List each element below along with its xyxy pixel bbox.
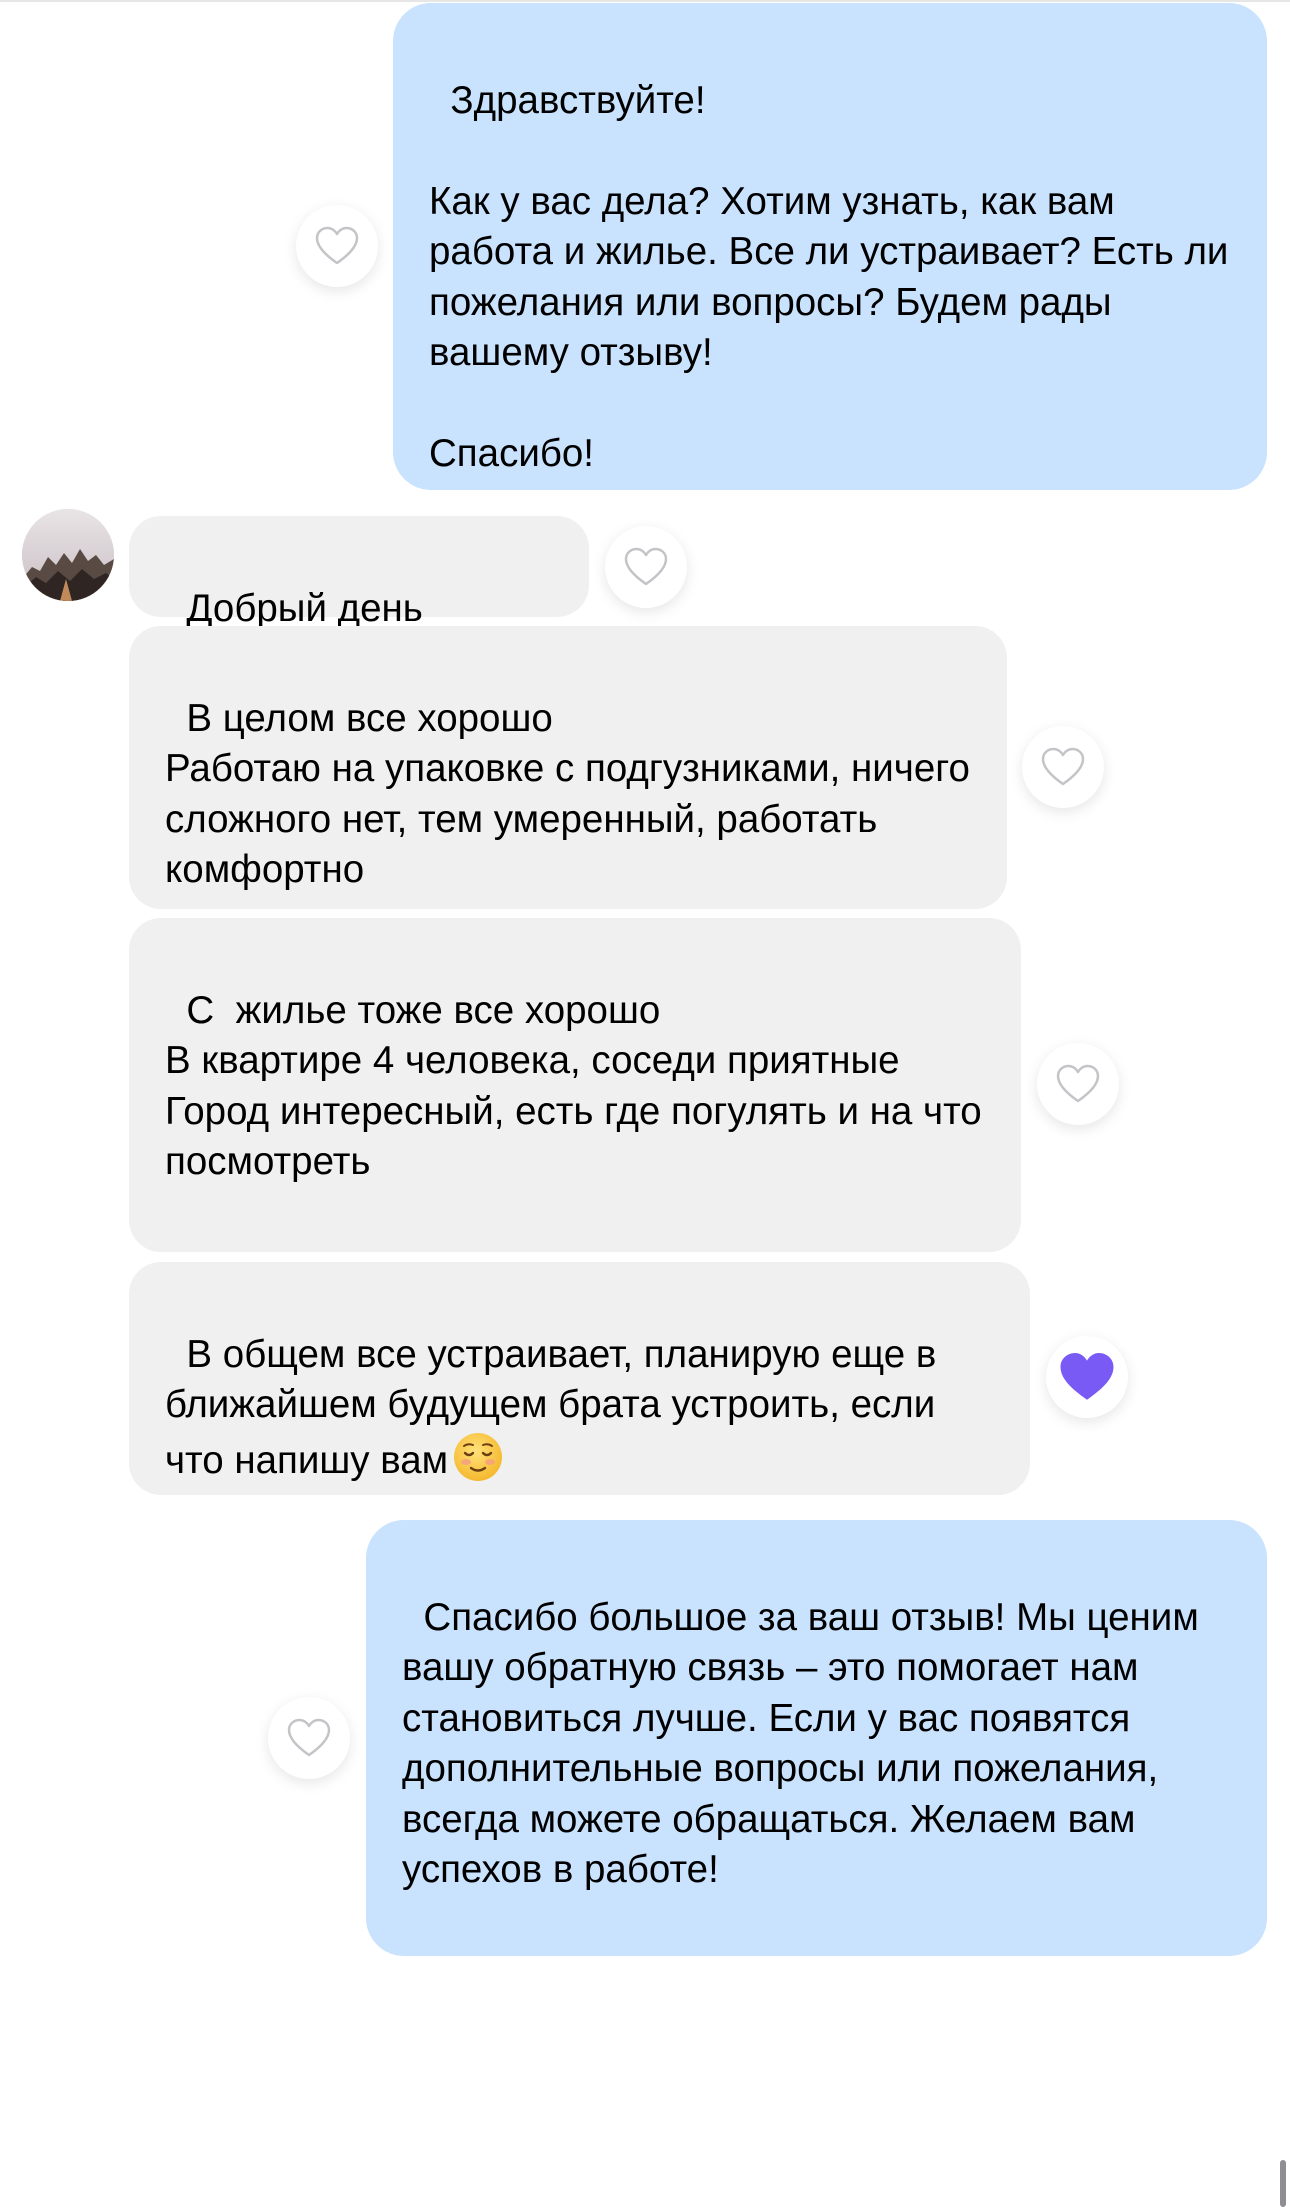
like-button[interactable] bbox=[296, 205, 378, 287]
message-text: Добрый день bbox=[186, 586, 423, 630]
message-text: В общем все устраивает, планирую еще в б… bbox=[165, 1332, 948, 1482]
message-text: Спасибо большое за ваш отзыв! Мы ценим в… bbox=[402, 1595, 1210, 1892]
message-outgoing-thanks[interactable]: Спасибо большое за ваш отзыв! Мы ценим в… bbox=[366, 1520, 1267, 1956]
heart-filled-icon bbox=[1060, 1353, 1114, 1400]
contact-avatar[interactable] bbox=[22, 509, 114, 601]
message-incoming[interactable]: В общем все устраивает, планирую еще в б… bbox=[129, 1262, 1030, 1495]
like-button[interactable] bbox=[605, 526, 687, 608]
message-text: В целом все хорошо Работаю на упаковке с… bbox=[165, 696, 970, 892]
like-button[interactable] bbox=[1037, 1043, 1119, 1125]
heart-outline-icon bbox=[287, 1718, 331, 1757]
heart-outline-icon bbox=[624, 547, 668, 586]
message-incoming[interactable]: В целом все хорошо Работаю на упаковке с… bbox=[129, 626, 1007, 909]
scrollbar-thumb[interactable] bbox=[1280, 2160, 1286, 2207]
heart-outline-icon bbox=[1041, 747, 1085, 786]
message-text: Здравствуйте! Как у вас дела? Хотим узна… bbox=[429, 78, 1229, 476]
message-outgoing-greeting[interactable]: Здравствуйте! Как у вас дела? Хотим узна… bbox=[393, 3, 1267, 490]
heart-outline-icon bbox=[1056, 1064, 1100, 1103]
message-incoming[interactable]: Добрый день bbox=[129, 516, 589, 630]
top-divider bbox=[0, 0, 1290, 2]
heart-outline-icon bbox=[315, 226, 359, 265]
like-button[interactable] bbox=[1022, 726, 1104, 808]
message-incoming[interactable]: С жилье тоже все хорошо В квартире 4 чел… bbox=[129, 918, 1021, 1252]
mountain-landscape-avatar bbox=[22, 509, 114, 601]
like-button-liked[interactable] bbox=[1046, 1336, 1128, 1418]
message-text: С жилье тоже все хорошо В квартире 4 чел… bbox=[165, 988, 982, 1184]
like-button[interactable] bbox=[268, 1697, 350, 1779]
relieved-face-emoji bbox=[454, 1432, 503, 1481]
